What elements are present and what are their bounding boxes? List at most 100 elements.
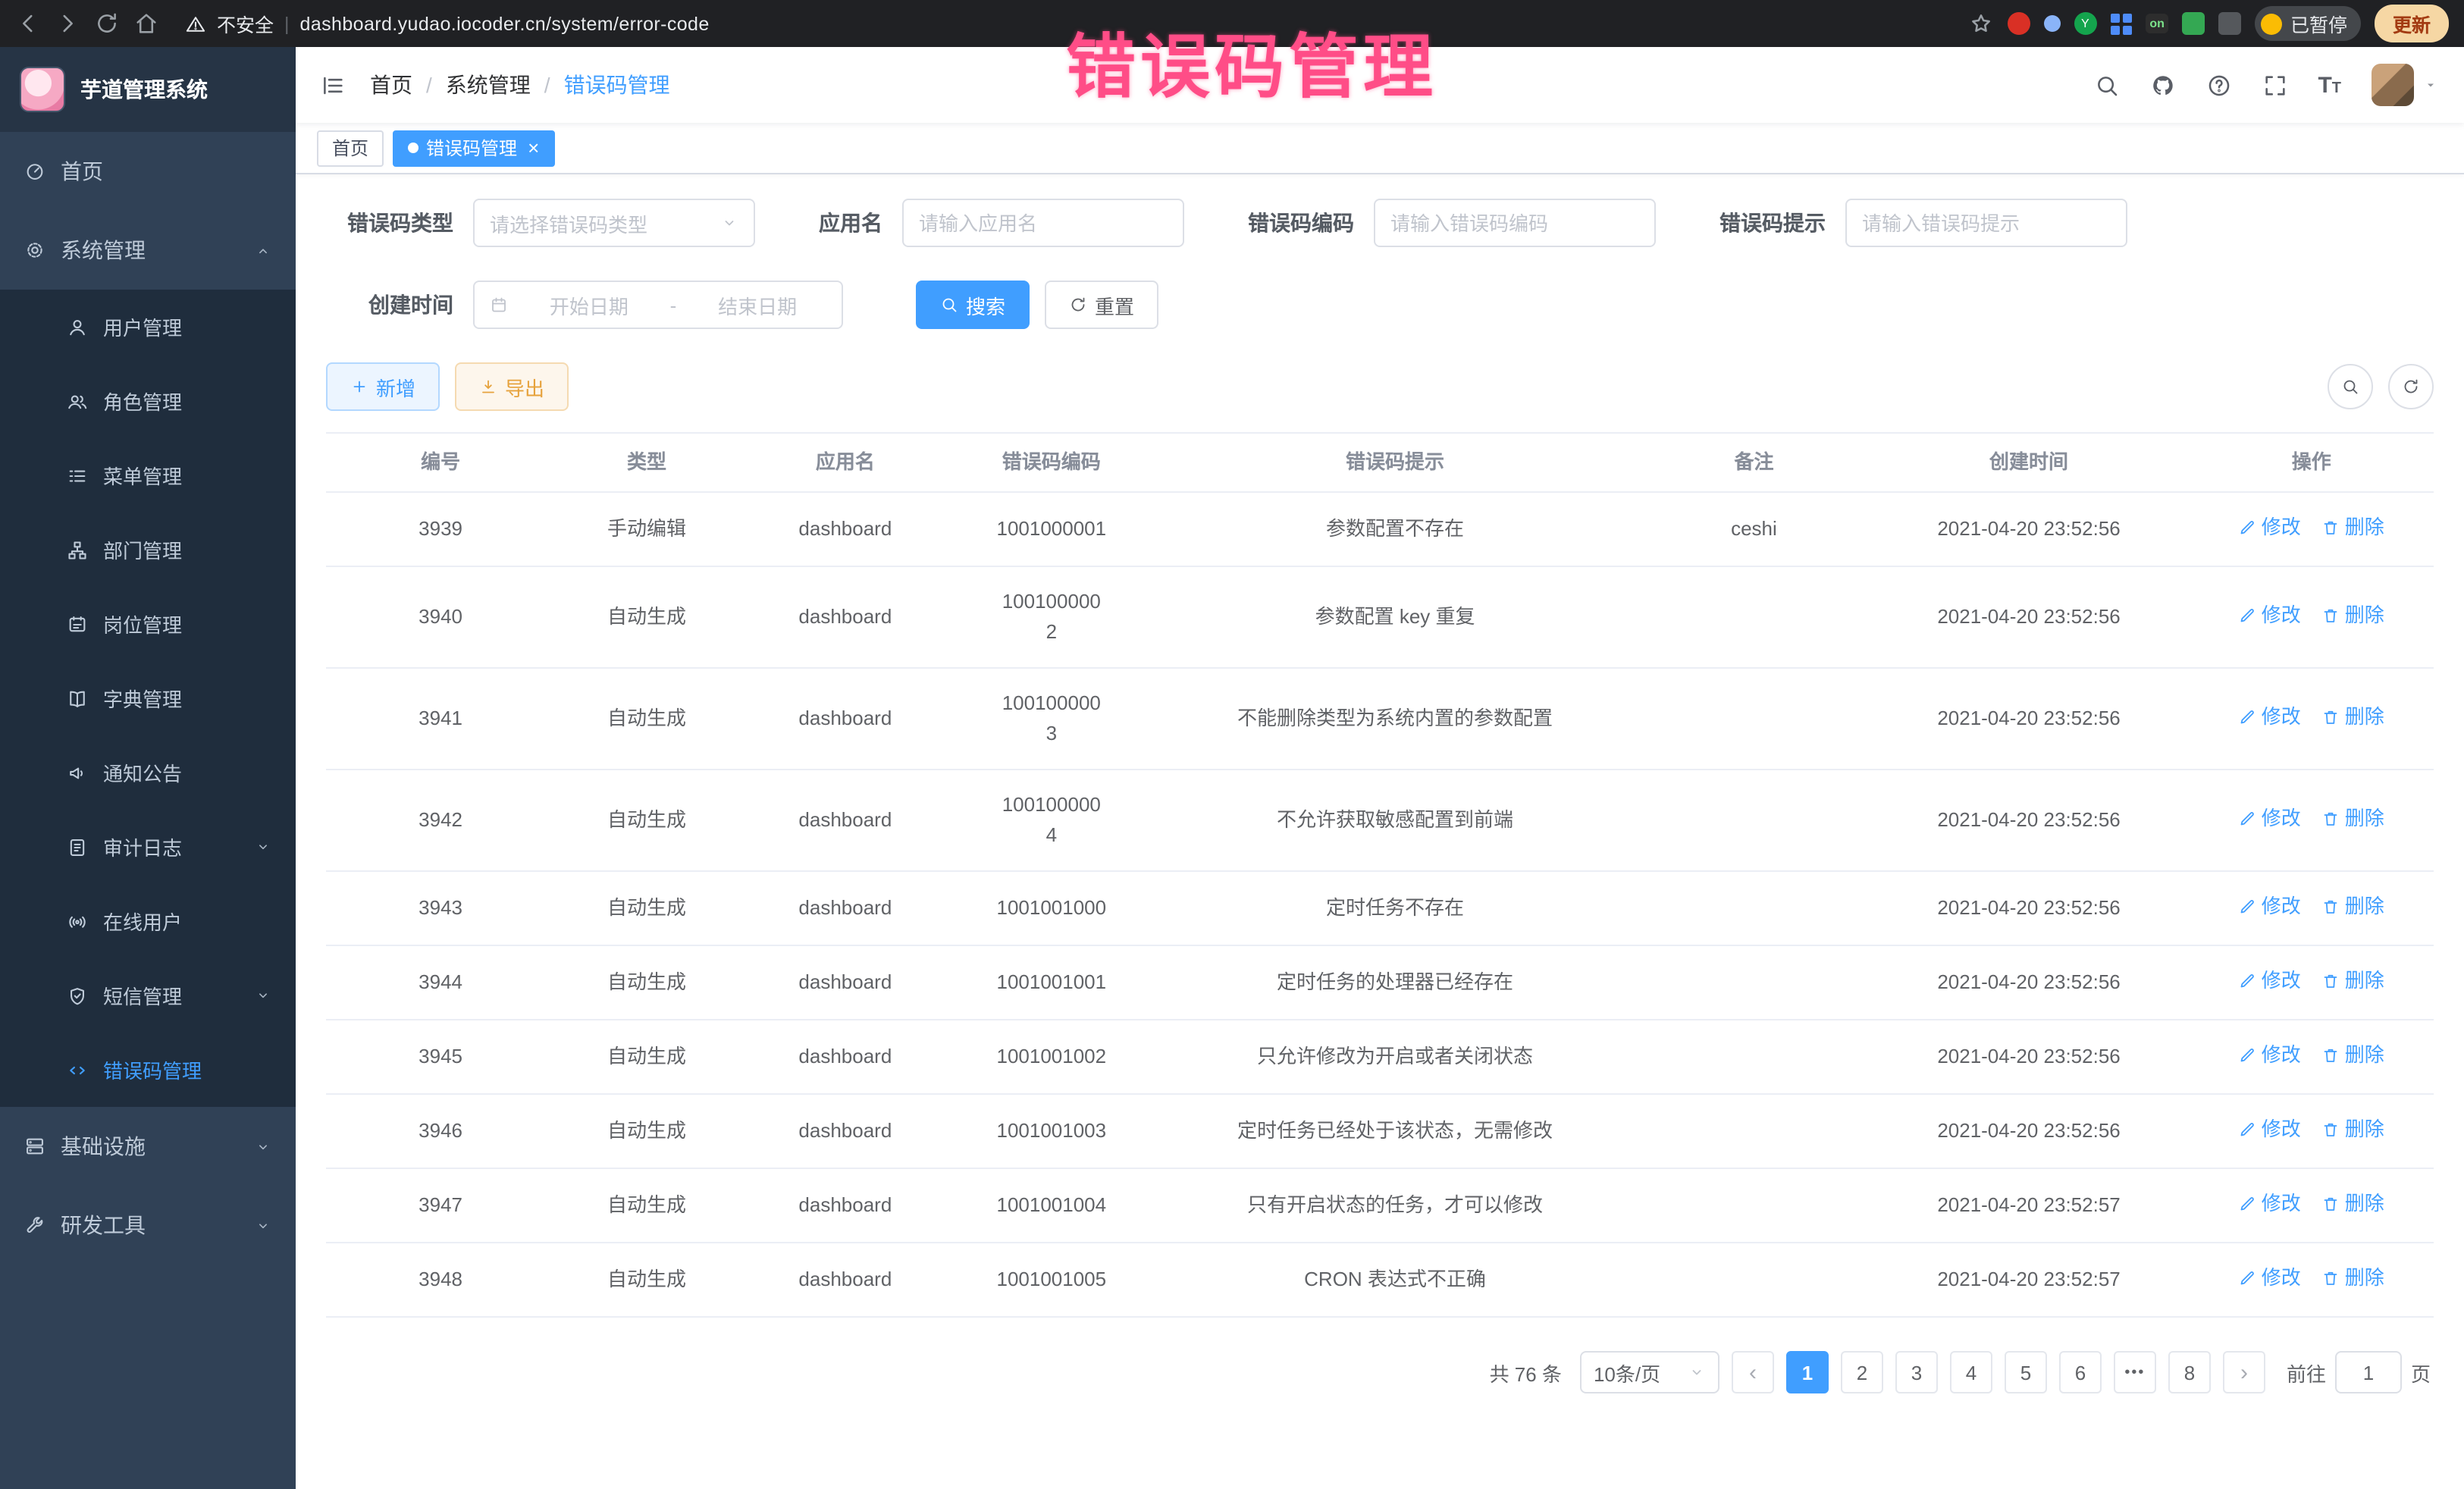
sidebar-toggle-button[interactable] [320,72,346,98]
extension-icon-puzzle[interactable] [2219,12,2242,35]
reset-button[interactable]: 重置 [1045,281,1158,329]
sidebar-item-角色管理[interactable]: 角色管理 [0,364,296,438]
extension-icon-blue[interactable] [2043,15,2060,32]
sidebar-item-基础设施[interactable]: 基础设施 [0,1107,296,1186]
fullscreen-button[interactable] [2262,72,2287,98]
address-bar[interactable]: 不安全 | dashboard.yudao.iocoder.cn/system/… [185,9,710,38]
page-button-4[interactable]: 4 [1950,1351,1992,1393]
delete-link[interactable]: 删除 [2322,804,2384,834]
edit-link[interactable]: 修改 [2239,600,2301,631]
delete-link[interactable]: 删除 [2322,1114,2384,1145]
edit-link[interactable]: 修改 [2239,1114,2301,1145]
dashboard-icon [24,161,45,182]
sidebar-item-用户管理[interactable]: 用户管理 [0,290,296,364]
browser-update-button[interactable]: 更新 [2375,5,2449,42]
browser-home-button[interactable] [133,11,159,36]
paused-badge[interactable]: 已暂停 [2256,6,2361,41]
sidebar-item-错误码管理[interactable]: 错误码管理 [0,1033,296,1107]
page-button-1[interactable]: 1 [1786,1351,1829,1393]
edit-link[interactable]: 修改 [2239,702,2301,732]
edit-link[interactable]: 修改 [2239,1263,2301,1293]
font-size-button[interactable]: TT [2318,72,2341,98]
extension-icon-grid[interactable] [2110,13,2131,34]
browser-refresh-button[interactable] [94,11,120,36]
edit-link[interactable]: 修改 [2239,892,2301,922]
page-size-select[interactable]: 10条/页 [1580,1351,1719,1393]
tag-首页[interactable]: 首页 [317,130,384,166]
page-button-5[interactable]: 5 [2005,1351,2047,1393]
breadcrumb-item-系统管理[interactable]: 系统管理 [446,70,531,100]
add-button[interactable]: 新增 [326,362,440,411]
tag-错误码管理[interactable]: 错误码管理× [393,130,554,166]
prev-page-button[interactable]: ‹ [1732,1351,1774,1393]
toggle-search-button[interactable] [2328,364,2373,409]
app-name-input[interactable] [919,212,1168,234]
app-title: 芋道管理系统 [80,74,208,105]
next-page-button[interactable]: › [2223,1351,2265,1393]
cell-created: 2021-04-20 23:52:56 [1869,1094,2190,1168]
edit-link[interactable]: 修改 [2239,966,2301,996]
header-search-button[interactable] [2093,72,2119,98]
chevron-down-icon [255,987,271,1004]
delete-link[interactable]: 删除 [2322,702,2384,732]
browser-forward-button[interactable] [55,11,80,36]
goto-page-input[interactable] [2335,1351,2402,1393]
page-button-6[interactable]: 6 [2059,1351,2102,1393]
date-range-picker[interactable]: 开始日期 - 结束日期 [473,281,843,329]
page-button-8[interactable]: 8 [2168,1351,2211,1393]
error-type-select[interactable]: 请选择错误码类型 [473,199,755,247]
browser-back-button[interactable] [15,11,41,36]
sidebar-item-岗位管理[interactable]: 岗位管理 [0,587,296,661]
sidebar-item-部门管理[interactable]: 部门管理 [0,513,296,587]
refresh-table-button[interactable] [2388,364,2434,409]
delete-link[interactable]: 删除 [2322,966,2384,996]
trash-icon [2322,607,2340,625]
delete-link[interactable]: 删除 [2322,1040,2384,1071]
edit-link[interactable]: 修改 [2239,1040,2301,1071]
error-code-input[interactable] [1390,212,1639,234]
sidebar-item-菜单管理[interactable]: 菜单管理 [0,438,296,513]
page-button-2[interactable]: 2 [1841,1351,1883,1393]
cell-app: dashboard [738,1020,952,1094]
extension-icon-green[interactable]: Y [2074,12,2096,35]
extension-icon-badge[interactable]: on [2145,14,2169,33]
error-hint-input[interactable] [1862,212,2111,234]
tag-close-icon[interactable]: × [528,138,539,158]
export-button[interactable]: 导出 [455,362,569,411]
sidebar-item-研发工具[interactable]: 研发工具 [0,1186,296,1265]
sidebar-item-短信管理[interactable]: 短信管理 [0,958,296,1033]
sidebar-item-审计日志[interactable]: 审计日志 [0,810,296,884]
col-actions: 操作 [2190,433,2434,492]
extension-icon-red[interactable] [2007,12,2030,35]
edit-link[interactable]: 修改 [2239,804,2301,834]
edit-link[interactable]: 修改 [2239,1189,2301,1219]
extension-icon-leaf[interactable] [2183,12,2205,35]
sidebar-item-通知公告[interactable]: 通知公告 [0,735,296,810]
sidebar-item-系统管理[interactable]: 系统管理 [0,211,296,290]
github-link[interactable] [2149,72,2175,98]
sidebar-item-在线用户[interactable]: 在线用户 [0,884,296,958]
delete-link[interactable]: 删除 [2322,513,2384,543]
start-date-placeholder: 开始日期 [520,290,658,319]
broadcast-icon [67,911,88,932]
table-header-row: 编号 类型 应用名 错误码编码 错误码提示 备注 创建时间 操作 [326,433,2434,492]
delete-link[interactable]: 删除 [2322,892,2384,922]
delete-link[interactable]: 删除 [2322,1263,2384,1293]
user-menu[interactable] [2372,64,2440,106]
sidebar-logo[interactable]: 芋道管理系统 [0,47,296,132]
sidebar-item-首页[interactable]: 首页 [0,132,296,211]
org-icon [67,539,88,560]
bookmark-star-button[interactable] [1967,11,1993,36]
docs-help-button[interactable] [2205,72,2231,98]
cell-id: 3940 [326,566,555,668]
sidebar-item-字典管理[interactable]: 字典管理 [0,661,296,735]
cell-app: dashboard [738,770,952,871]
search-button[interactable]: 搜索 [916,281,1030,329]
delete-link[interactable]: 删除 [2322,1189,2384,1219]
delete-link[interactable]: 删除 [2322,600,2384,631]
table-body: 3939手动编辑dashboard1001000001参数配置不存在ceshi2… [326,492,2434,1317]
page-button-3[interactable]: 3 [1895,1351,1938,1393]
edit-link[interactable]: 修改 [2239,513,2301,543]
page-more-button[interactable]: ••• [2114,1351,2156,1393]
breadcrumb-item-首页[interactable]: 首页 [370,70,412,100]
